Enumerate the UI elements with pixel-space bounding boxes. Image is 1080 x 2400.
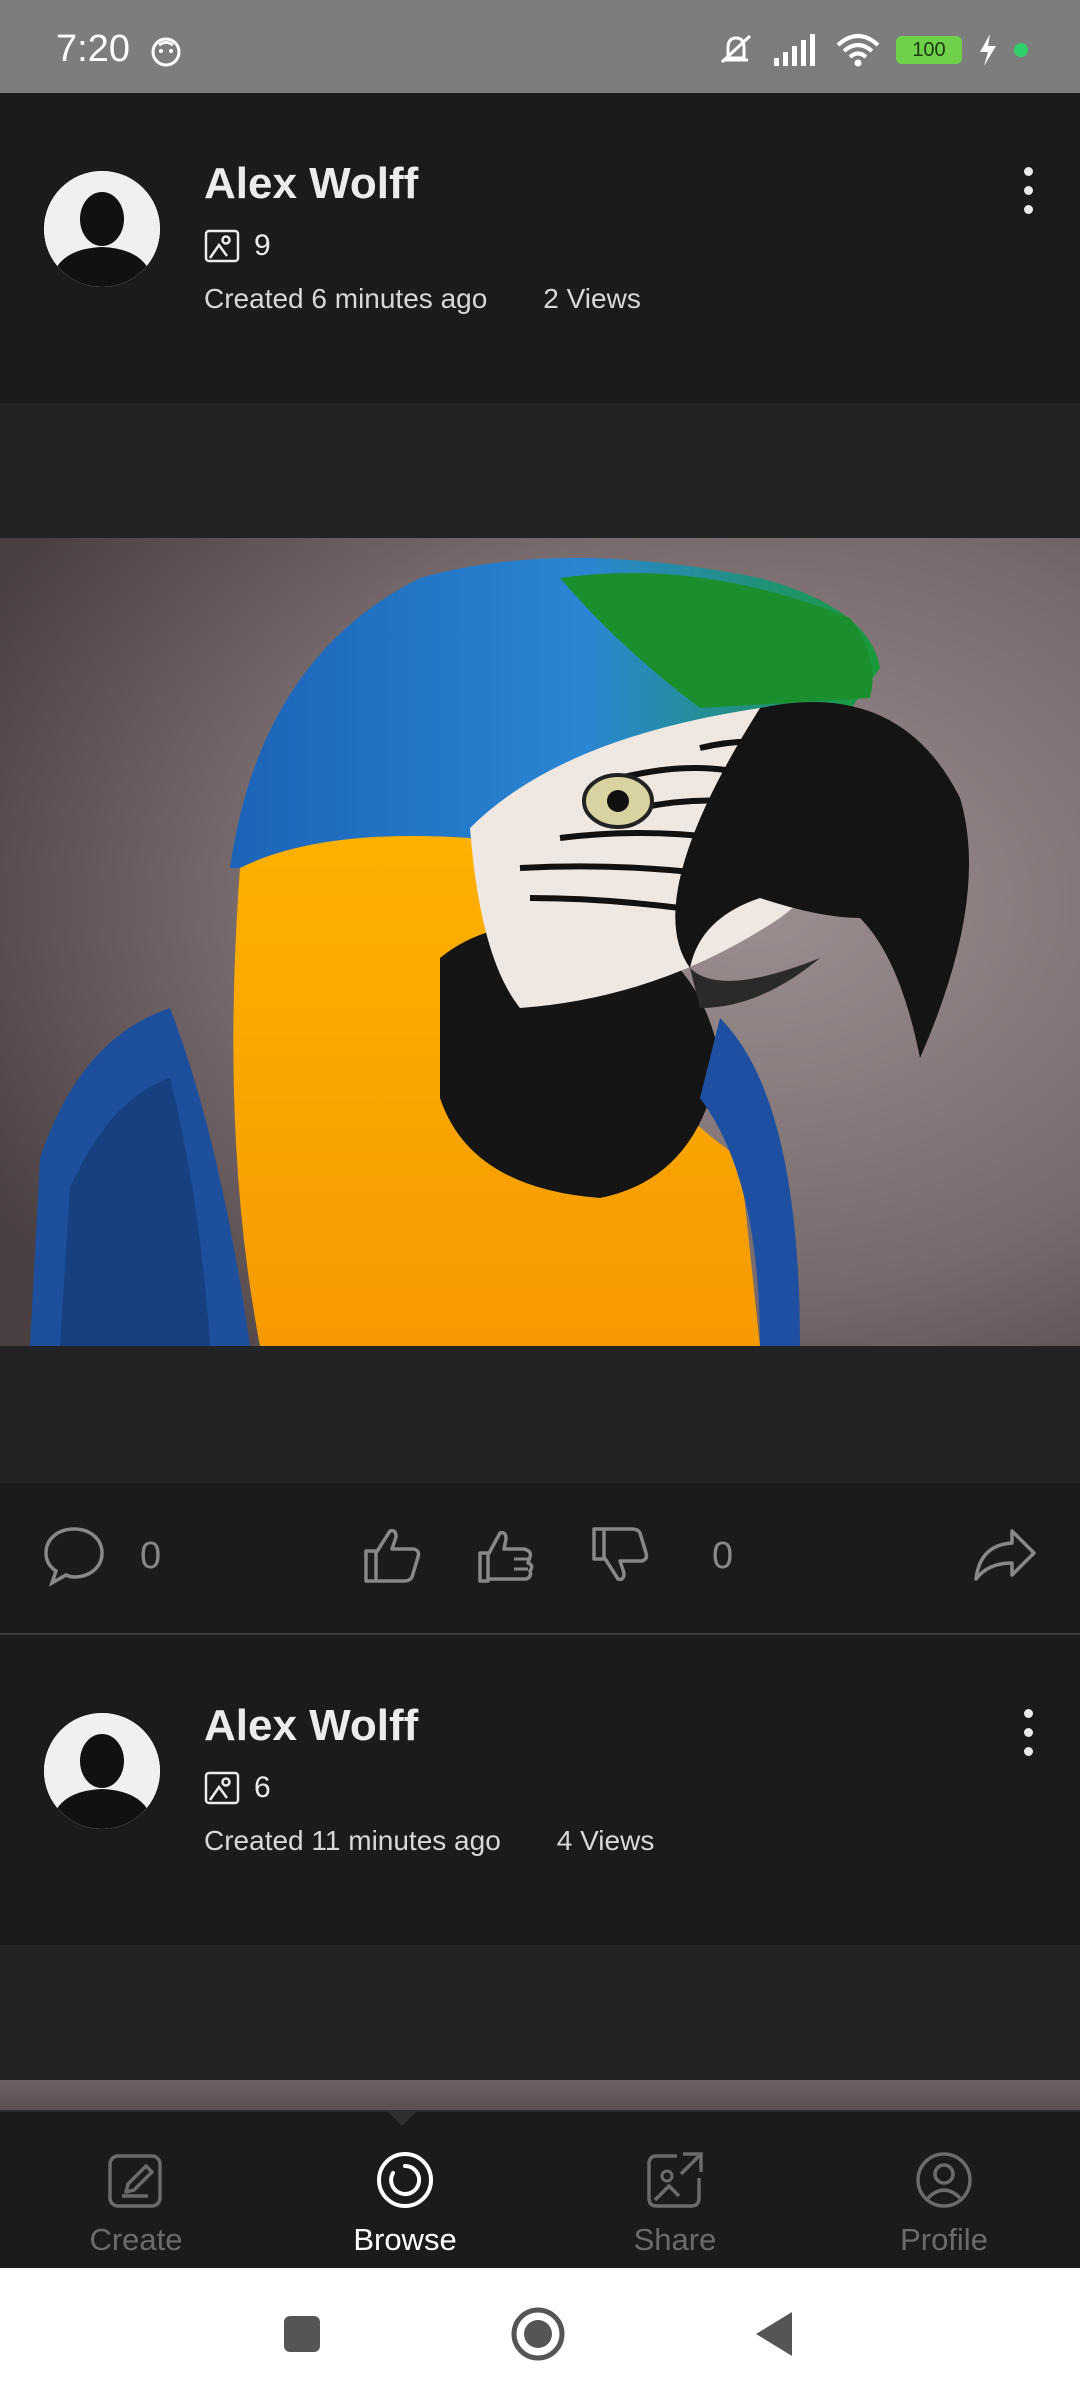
avatar-icon	[44, 171, 160, 287]
nav-create[interactable]: Create	[36, 2148, 236, 2258]
nav-share[interactable]: Share	[575, 2148, 775, 2258]
avatar[interactable]	[44, 171, 160, 287]
more-options-icon[interactable]	[1016, 167, 1040, 223]
avatar[interactable]	[44, 1713, 160, 1829]
image-count-value: 6	[254, 1771, 271, 1804]
silent-icon	[720, 34, 752, 64]
recents-icon[interactable]	[282, 2314, 322, 2354]
privacy-indicator	[1014, 43, 1028, 57]
post-meta: Created 6 minutes ago 2 Views	[204, 283, 641, 315]
browse-icon	[377, 2152, 433, 2208]
image-icon	[204, 229, 240, 263]
author-name[interactable]: Alex Wolff	[204, 159, 418, 209]
post-image-partial[interactable]	[0, 2080, 1080, 2110]
image-padding-top	[0, 403, 1080, 538]
signal-icon	[774, 34, 815, 66]
post-image[interactable]	[0, 538, 1080, 1346]
wifi-icon	[836, 34, 880, 67]
super-like-icon[interactable]	[474, 1523, 540, 1587]
back-icon[interactable]	[752, 2310, 796, 2358]
author-name[interactable]: Alex Wolff	[204, 1701, 418, 1751]
status-bar: 7:20 100	[0, 0, 1080, 93]
post-header: Alex Wolff 6 Created 11 minutes ago 4 Vi…	[0, 1635, 1080, 1945]
nav-browse[interactable]: Browse	[305, 2148, 505, 2258]
share-icon	[647, 2152, 703, 2208]
post-actions: 0 0	[0, 1483, 1080, 1635]
nav-create-label: Create	[89, 2222, 183, 2257]
create-icon	[108, 2154, 162, 2208]
comment-count: 0	[140, 1535, 162, 1577]
thumbs-down-icon[interactable]	[588, 1523, 654, 1587]
created-time: Created 11 minutes ago	[204, 1825, 501, 1856]
vote-count: 0	[712, 1535, 734, 1577]
status-time: 7:20	[56, 28, 130, 70]
view-count: 2 Views	[543, 283, 641, 314]
battery-level: 100	[912, 38, 946, 61]
nav-share-label: Share	[633, 2222, 717, 2257]
post-meta: Created 11 minutes ago 4 Views	[204, 1825, 654, 1857]
home-icon[interactable]	[510, 2306, 566, 2362]
image-count: 9	[204, 229, 271, 263]
status-icons: 100	[716, 30, 1028, 70]
image-padding-top	[0, 1945, 1080, 2080]
comment-icon[interactable]	[42, 1523, 106, 1587]
nav-profile-label: Profile	[900, 2222, 988, 2257]
nav-profile[interactable]: Profile	[844, 2148, 1044, 2258]
charging-icon	[980, 34, 996, 66]
share-arrow-icon[interactable]	[972, 1523, 1038, 1587]
avatar-icon	[44, 1713, 160, 1829]
notification-face-icon	[151, 37, 181, 67]
profile-icon	[916, 2152, 972, 2208]
thumbs-up-icon[interactable]	[360, 1523, 426, 1587]
active-tab-indicator	[386, 2110, 418, 2126]
image-padding-bottom	[0, 1346, 1080, 1483]
image-count-value: 9	[254, 229, 271, 262]
image-icon	[204, 1771, 240, 1805]
system-navigation	[0, 2268, 1080, 2400]
bottom-navigation: Create Browse Share Profile	[0, 2110, 1080, 2270]
battery-icon: 100	[896, 36, 962, 64]
more-options-icon[interactable]	[1016, 1709, 1040, 1765]
nav-browse-label: Browse	[353, 2222, 457, 2257]
image-count: 6	[204, 1771, 271, 1805]
view-count: 4 Views	[556, 1825, 655, 1856]
created-time: Created 6 minutes ago	[204, 283, 488, 314]
post-header: Alex Wolff 9 Created 6 minutes ago 2 Vie…	[0, 93, 1080, 403]
macaw-image	[0, 538, 1080, 1346]
